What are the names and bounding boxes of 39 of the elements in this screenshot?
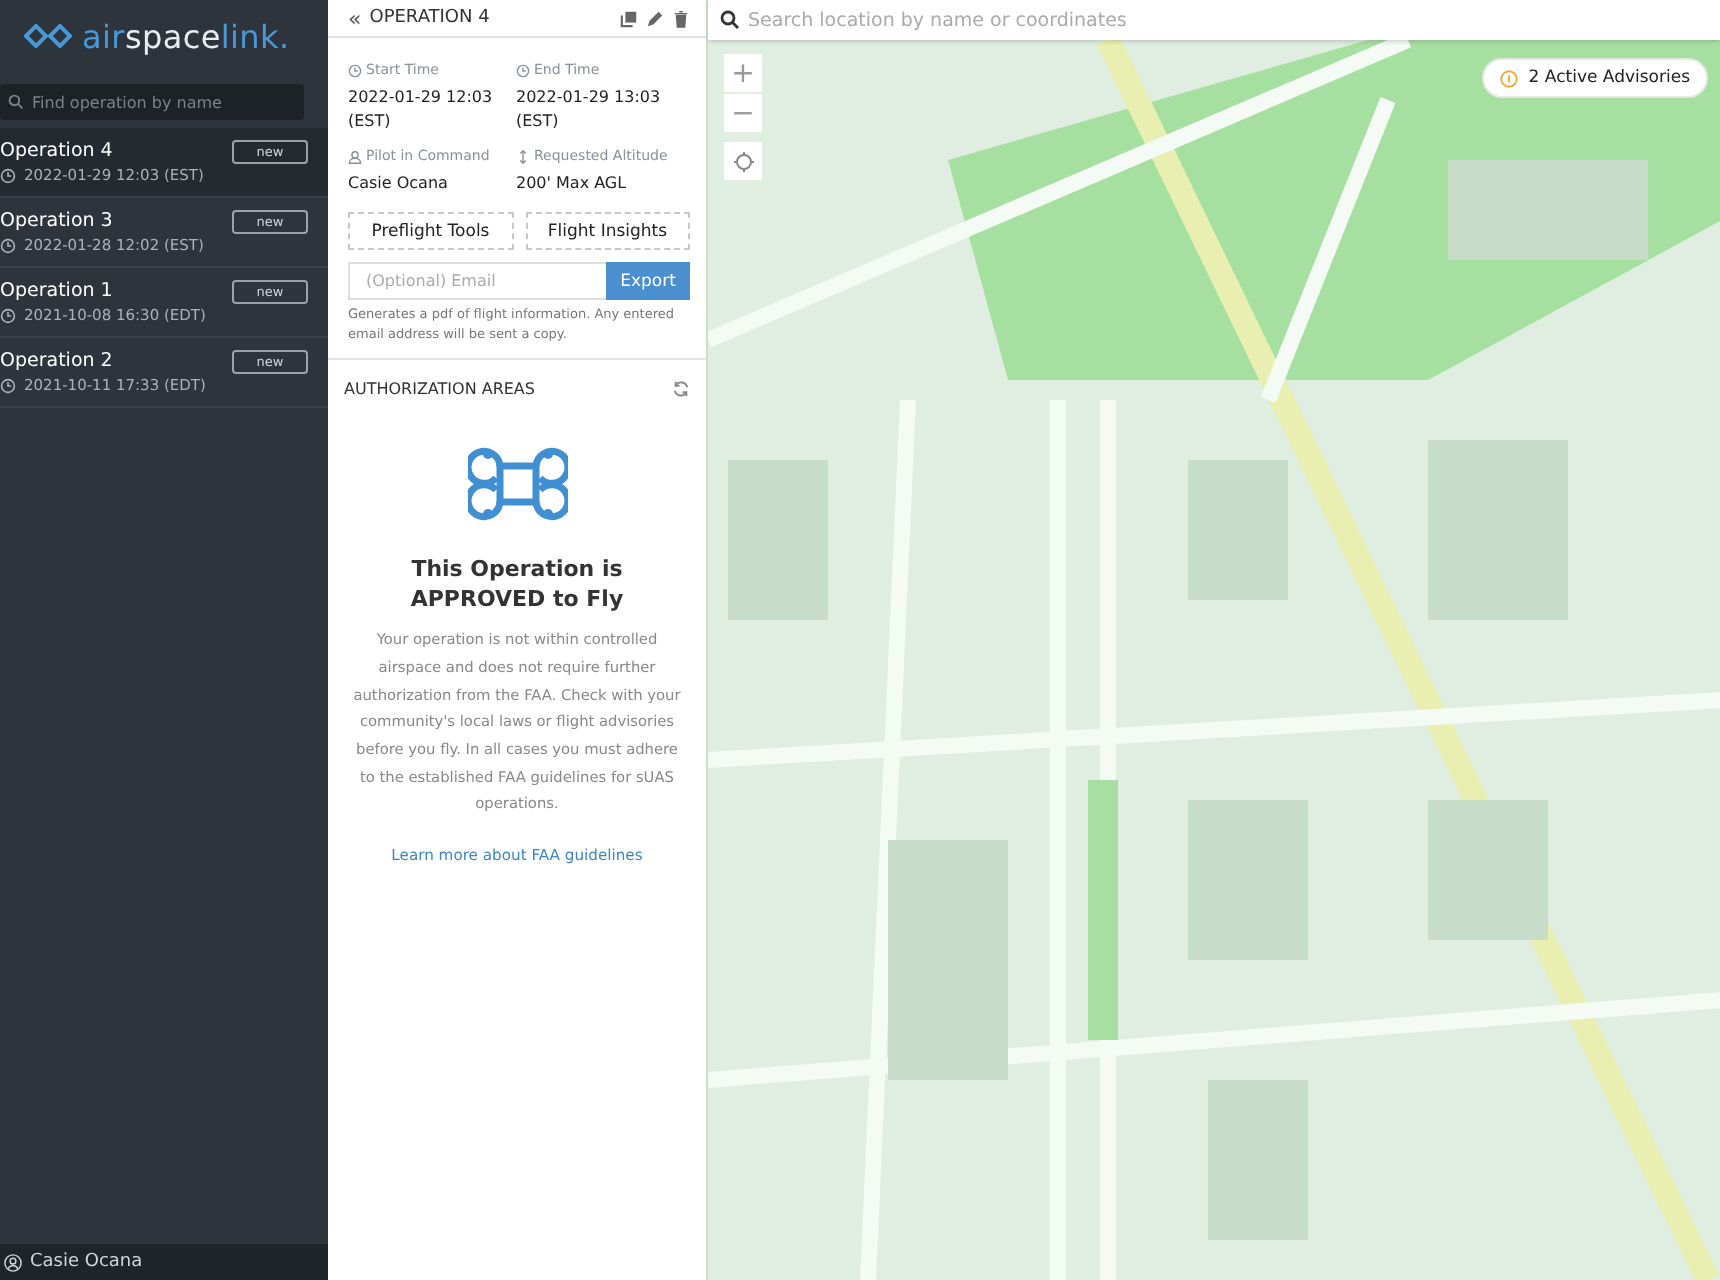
tool-button[interactable]: Flight Insights xyxy=(525,212,690,250)
search-icon xyxy=(8,94,24,110)
search-field[interactable]: Find operation by name xyxy=(0,84,304,120)
user-icon xyxy=(4,1253,22,1271)
crosshair-icon xyxy=(733,151,753,171)
logo-wordmark: airspacelink. xyxy=(82,17,290,55)
location-search-field[interactable]: Search location by name or coordinates xyxy=(708,0,1720,40)
section-title: AUTHORIZATION AREAS xyxy=(344,379,537,397)
back-button[interactable]: « xyxy=(348,5,362,31)
advisories-button[interactable]: 2 Active Advisories xyxy=(1482,58,1708,98)
edit-icon[interactable] xyxy=(646,9,664,27)
operation-name: Operation 3 xyxy=(0,210,113,232)
operation-name: Operation 4 xyxy=(0,140,113,162)
refresh-icon[interactable] xyxy=(672,379,690,397)
trash-icon[interactable] xyxy=(672,9,690,27)
tool-button[interactable]: Preflight Tools xyxy=(348,212,513,250)
panel-title: OPERATION 4 xyxy=(369,8,492,28)
copy-icon[interactable] xyxy=(620,9,638,27)
approval-title: This Operation is APPROVED to Fly xyxy=(410,553,624,615)
email-field[interactable]: (Optional) Email xyxy=(348,262,606,300)
clock-icon xyxy=(0,167,16,183)
field-value: 2022-01-29 13:03 (EST) xyxy=(516,86,663,134)
clock-icon xyxy=(0,307,16,323)
locate-button[interactable] xyxy=(724,142,762,180)
user-name: Casie Ocana xyxy=(30,1252,143,1272)
clock-icon xyxy=(348,63,362,77)
operation-name: Operation 2 xyxy=(0,350,113,372)
clock-icon xyxy=(0,377,16,393)
clock-icon xyxy=(0,237,16,253)
up-down-arrow-icon xyxy=(516,149,530,163)
operation-name: Operation 1 xyxy=(0,280,113,302)
logo-icon xyxy=(24,24,72,48)
person-icon xyxy=(348,149,362,163)
field-value: 2022-01-29 12:03 (EST) xyxy=(348,86,495,134)
field-value: 200' Max AGL xyxy=(516,172,629,196)
field-value: Casie Ocana xyxy=(348,172,450,196)
clock-icon xyxy=(516,63,530,77)
info-icon xyxy=(1500,69,1519,87)
search-icon xyxy=(720,10,740,30)
